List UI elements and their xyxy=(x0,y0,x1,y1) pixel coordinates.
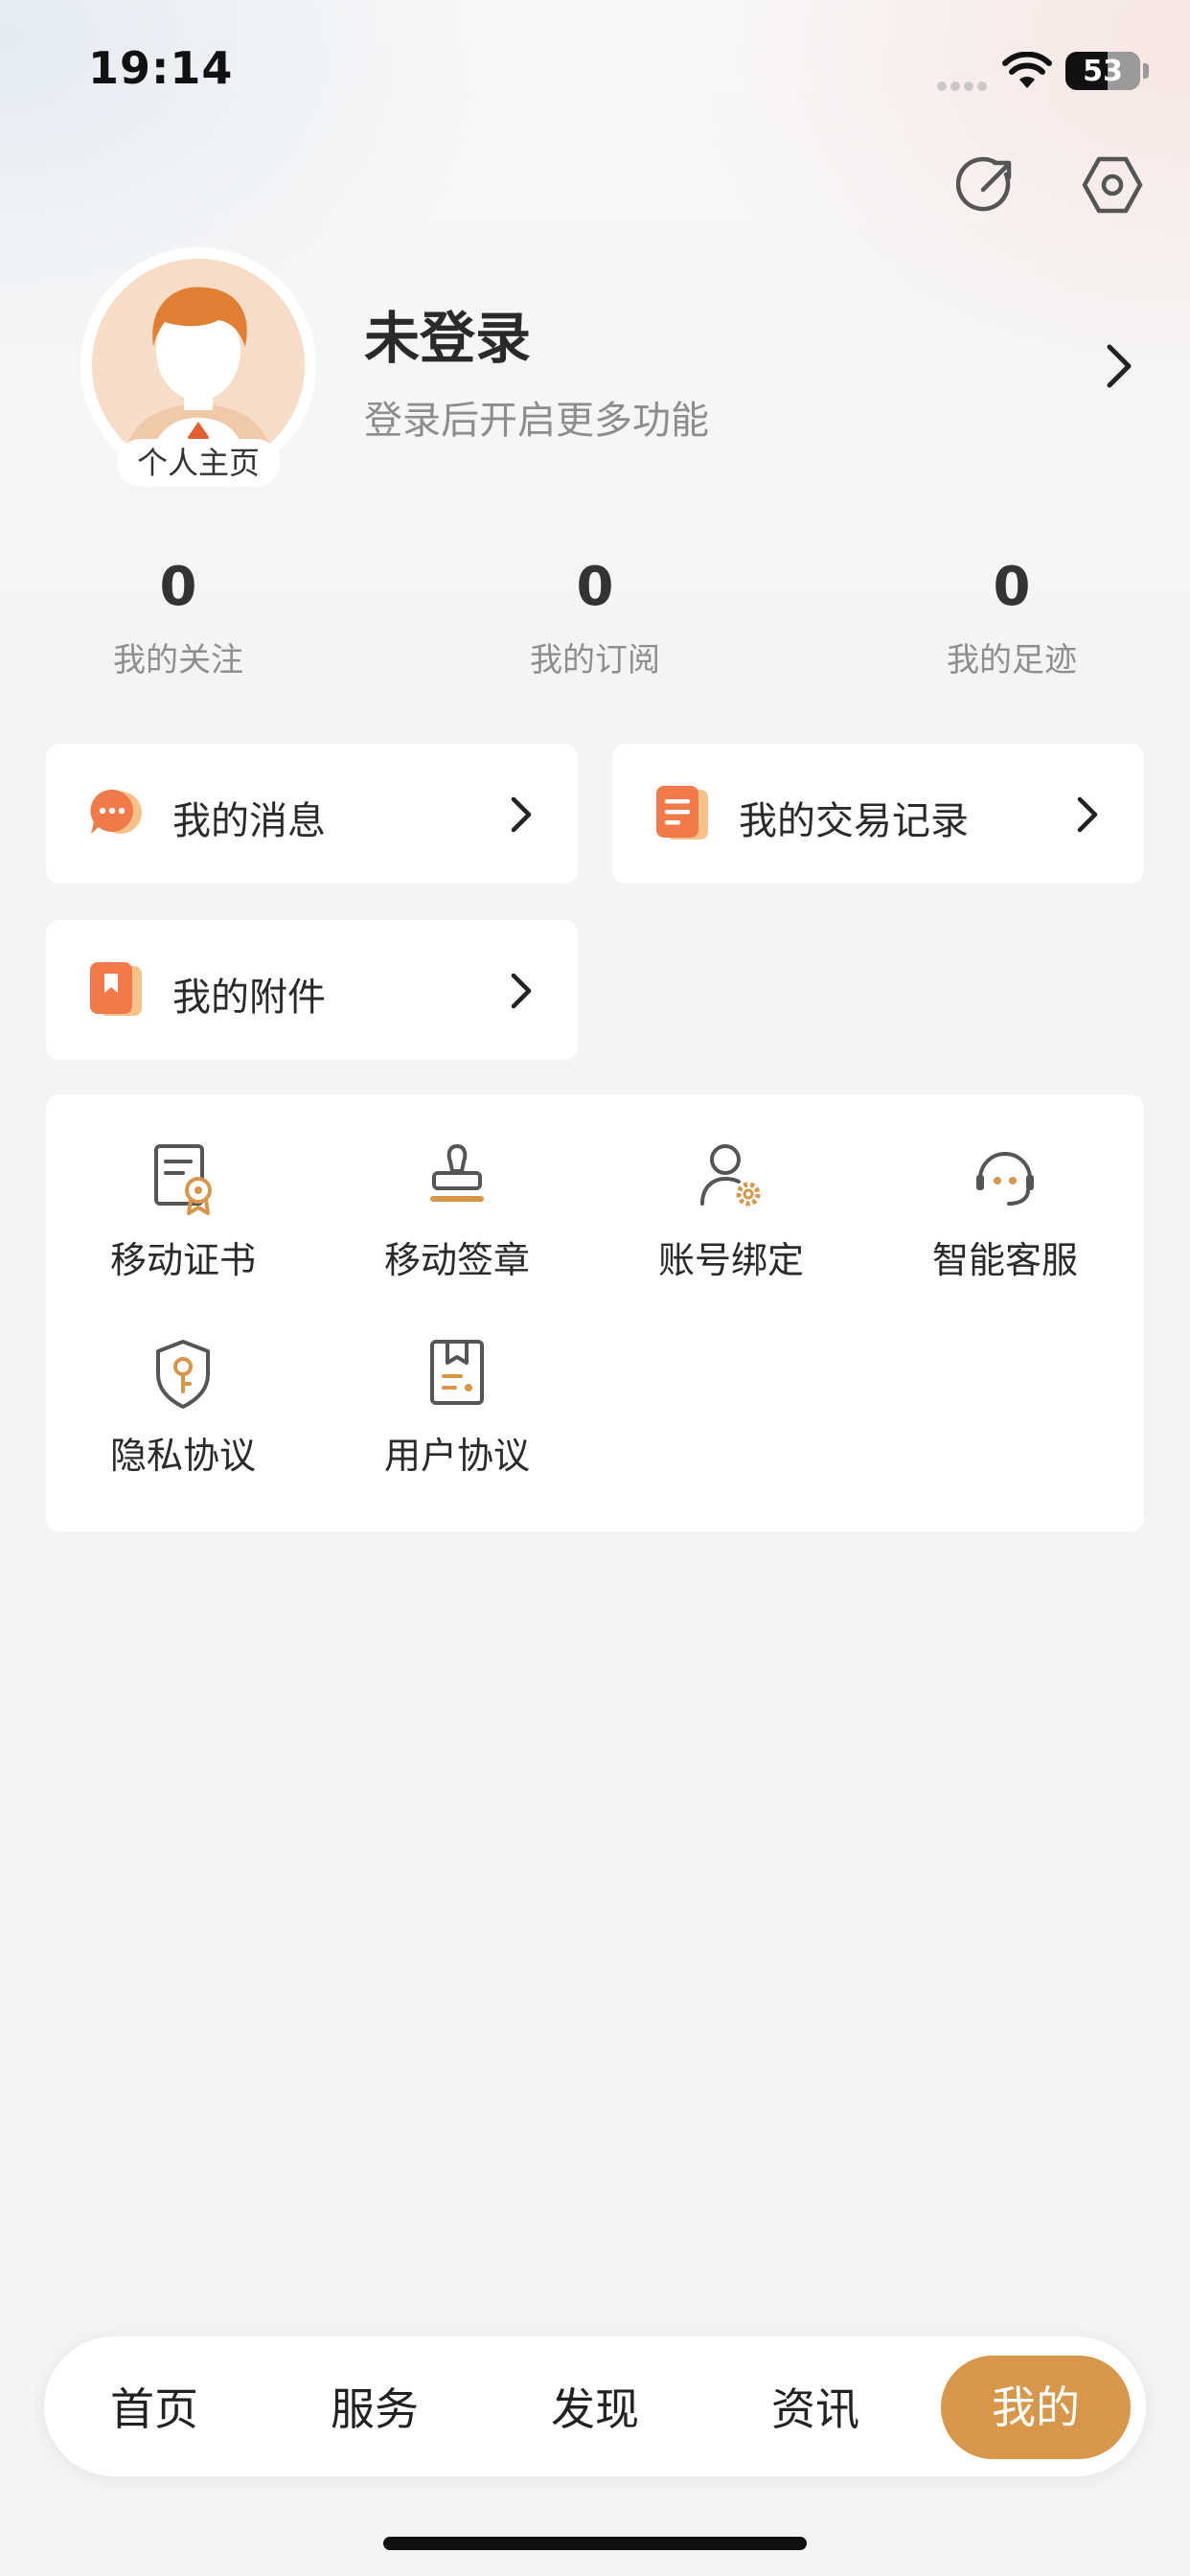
battery-icon: 53 xyxy=(1065,52,1140,90)
my-attachments-label: 我的附件 xyxy=(172,976,326,1020)
tab-home[interactable]: 首页 xyxy=(82,2375,226,2438)
grid-item-account-binding[interactable]: 账号绑定 xyxy=(594,1140,868,1283)
profile-subtitle: 登录后开启更多功能 xyxy=(364,399,709,443)
stat-subscriptions-label: 我的订阅 xyxy=(530,641,660,679)
user-agreement-icon xyxy=(430,1340,484,1405)
grid-item-label: 移动证书 xyxy=(109,1239,256,1281)
user-settings-icon xyxy=(700,1144,761,1207)
chevron-right-icon xyxy=(511,796,532,833)
home-indicator xyxy=(383,2537,807,2550)
grid-item-privacy-policy[interactable]: 隐私协议 xyxy=(46,1336,320,1479)
grid-item-label: 账号绑定 xyxy=(657,1239,804,1281)
share-icon[interactable] xyxy=(956,151,1023,218)
personal-homepage-tag[interactable]: 个人主页 xyxy=(117,439,280,487)
grid-item-user-agreement[interactable]: 用户协议 xyxy=(320,1336,594,1479)
chevron-right-icon xyxy=(511,973,532,1009)
stat-history-label: 我的足迹 xyxy=(947,641,1077,679)
stamp-icon xyxy=(430,1143,484,1202)
battery-level: 53 xyxy=(1083,55,1123,88)
status-time: 19:14 xyxy=(88,42,234,94)
stat-following-value: 0 xyxy=(159,556,197,618)
grid-item-label: 智能客服 xyxy=(931,1239,1078,1281)
wifi-icon xyxy=(1002,52,1052,88)
grid-item-mobile-seal[interactable]: 移动签章 xyxy=(320,1140,594,1283)
grid-item-label: 移动签章 xyxy=(383,1239,530,1281)
document-list-icon xyxy=(656,786,708,840)
my-transactions-card[interactable]: 我的交易记录 xyxy=(612,744,1144,884)
stat-following[interactable]: 0 我的关注 xyxy=(63,556,293,680)
stat-history[interactable]: 0 我的足迹 xyxy=(897,556,1127,680)
privacy-shield-icon xyxy=(156,1340,210,1409)
cellular-signal-icon xyxy=(937,77,991,95)
stat-subscriptions-value: 0 xyxy=(576,556,614,618)
message-bubble-icon xyxy=(90,789,142,834)
my-messages-label: 我的消息 xyxy=(172,799,326,843)
customer-service-icon xyxy=(976,1152,1034,1206)
tab-discover[interactable]: 发现 xyxy=(523,2375,667,2438)
stat-history-value: 0 xyxy=(993,556,1031,618)
grid-item-smart-service[interactable]: 智能客服 xyxy=(868,1140,1142,1283)
chevron-right-icon xyxy=(1077,796,1098,833)
chevron-right-icon[interactable] xyxy=(1102,341,1136,391)
battery-tip xyxy=(1143,63,1149,79)
tab-news[interactable]: 资讯 xyxy=(744,2375,887,2438)
services-grid: 移动证书 移动签章 账号绑定 智能客服 隐私协议 用户协议 xyxy=(46,1094,1144,1531)
tab-services[interactable]: 服务 xyxy=(303,2375,446,2438)
my-messages-card[interactable]: 我的消息 xyxy=(46,744,578,884)
grid-item-label: 隐私协议 xyxy=(109,1435,256,1477)
grid-item-label: 用户协议 xyxy=(383,1435,530,1477)
tab-mine[interactable]: 我的 xyxy=(941,2356,1131,2459)
grid-item-mobile-certificate[interactable]: 移动证书 xyxy=(46,1140,320,1283)
settings-icon[interactable] xyxy=(1079,151,1146,218)
profile-name[interactable]: 未登录 xyxy=(364,293,531,374)
stat-following-label: 我的关注 xyxy=(113,641,243,679)
stat-subscriptions[interactable]: 0 我的订阅 xyxy=(480,556,710,680)
bookmark-book-icon xyxy=(90,962,142,1016)
my-transactions-label: 我的交易记录 xyxy=(739,799,969,843)
certificate-icon xyxy=(154,1144,212,1215)
my-attachments-card[interactable]: 我的附件 xyxy=(46,920,578,1060)
